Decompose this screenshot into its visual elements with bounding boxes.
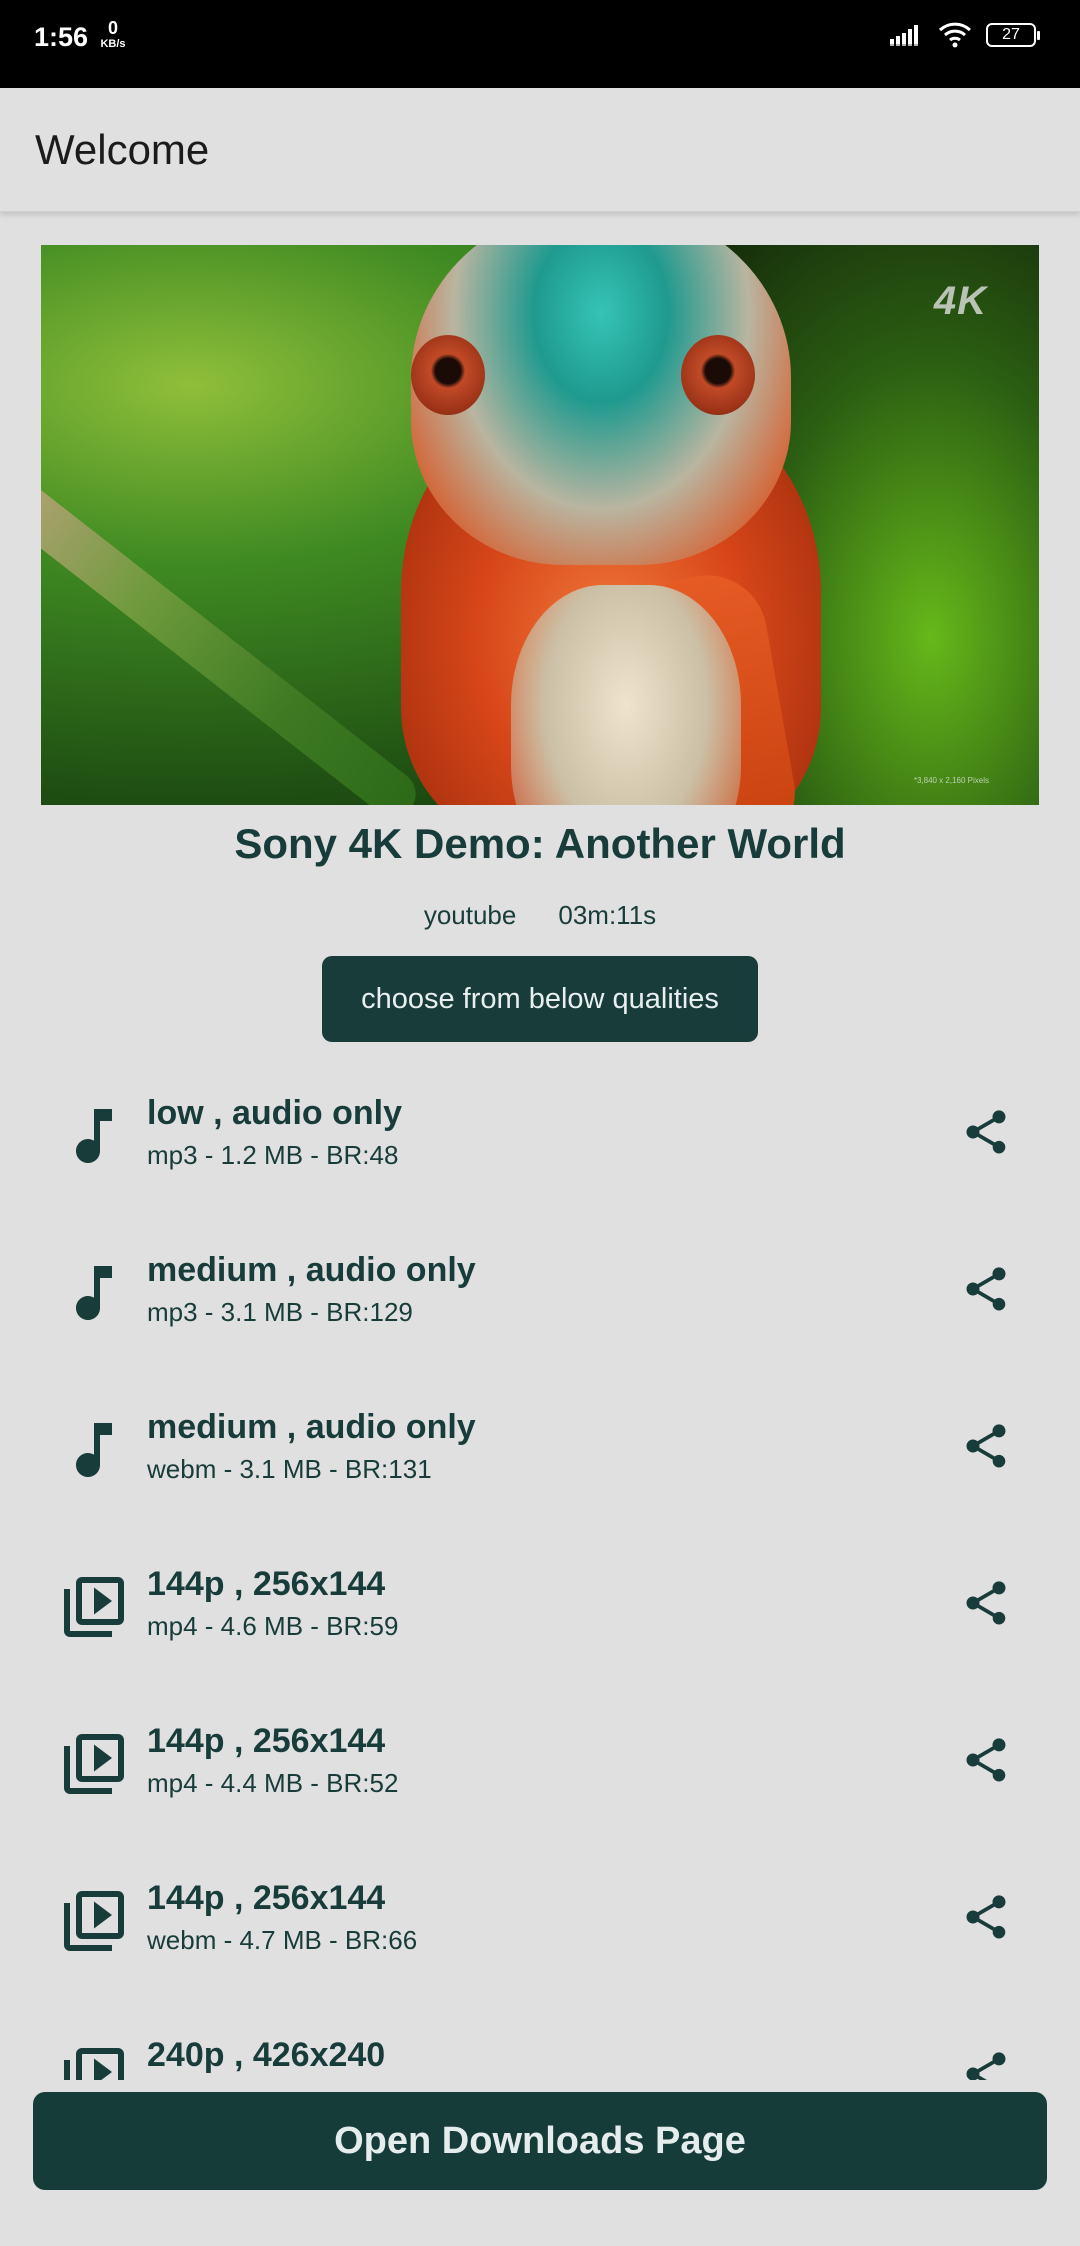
battery-icon: 27 bbox=[986, 23, 1040, 47]
quality-details: mp4 - 4.4 MB - BR:52 bbox=[147, 1768, 399, 1798]
share-icon[interactable] bbox=[960, 1734, 1012, 1786]
quality-row[interactable]: 144p , 256x144 mp4 - 4.4 MB - BR:52 bbox=[0, 1702, 1080, 1859]
thumbnail-4k-badge: 4K bbox=[933, 279, 987, 323]
video-thumbnail: 4K *3,840 x 2,160 Pixels bbox=[41, 245, 1039, 805]
thumbnail-chameleon-chin bbox=[511, 585, 741, 805]
network-speed: 0 KB/s bbox=[93, 19, 133, 50]
thumbnail-caption: *3,840 x 2,160 Pixels bbox=[913, 776, 989, 785]
quality-details: webm - 4.7 MB - BR:66 bbox=[147, 1925, 418, 1955]
quality-title: medium , audio only bbox=[147, 1408, 476, 1446]
quality-title: 144p , 256x144 bbox=[147, 1565, 386, 1603]
quality-details: mp4 - 4.6 MB - BR:59 bbox=[147, 1611, 399, 1641]
thumbnail-chameleon-eye-left bbox=[411, 335, 485, 415]
quality-row[interactable]: 240p , 426x240 bbox=[0, 2016, 1080, 2080]
thumbnail-chameleon-eye-right bbox=[681, 335, 755, 415]
video-library-icon bbox=[64, 1577, 124, 1637]
quality-details: mp3 - 1.2 MB - BR:48 bbox=[147, 1140, 399, 1170]
quality-title: 144p , 256x144 bbox=[147, 1722, 386, 1760]
video-meta: youtube 03m:11s bbox=[0, 900, 1080, 931]
wifi-icon bbox=[938, 22, 972, 48]
quality-title: 240p , 426x240 bbox=[147, 2036, 386, 2074]
network-speed-unit: KB/s bbox=[100, 38, 126, 50]
quality-row[interactable]: low , audio only mp3 - 1.2 MB - BR:48 bbox=[0, 1074, 1080, 1231]
quality-row[interactable]: medium , audio only mp3 - 3.1 MB - BR:12… bbox=[0, 1231, 1080, 1388]
signal-icon bbox=[890, 25, 920, 46]
app-bar: Welcome bbox=[0, 88, 1080, 212]
open-downloads-button[interactable]: Open Downloads Page bbox=[33, 2092, 1047, 2190]
music-note-icon bbox=[76, 1109, 112, 1163]
video-source: youtube bbox=[423, 900, 517, 930]
share-icon[interactable] bbox=[960, 1106, 1012, 1158]
quality-title: low , audio only bbox=[147, 1094, 402, 1132]
video-duration: 03m:11s bbox=[558, 900, 657, 930]
status-bar: 1:56 0 KB/s 27 bbox=[0, 0, 1080, 88]
quality-list[interactable]: low , audio only mp3 - 1.2 MB - BR:48 me… bbox=[0, 1074, 1080, 2080]
share-icon[interactable] bbox=[960, 1891, 1012, 1943]
video-library-icon bbox=[64, 2048, 124, 2080]
video-library-icon bbox=[64, 1891, 124, 1951]
music-note-icon bbox=[76, 1266, 112, 1320]
status-time: 1:56 bbox=[34, 22, 89, 52]
thumbnail-branch bbox=[41, 469, 425, 805]
network-speed-value: 0 bbox=[107, 18, 118, 38]
quality-row[interactable]: 144p , 256x144 mp4 - 4.6 MB - BR:59 bbox=[0, 1545, 1080, 1702]
share-icon[interactable] bbox=[960, 1577, 1012, 1629]
page-title: Welcome bbox=[35, 126, 210, 173]
status-icons: 27 bbox=[890, 22, 1040, 48]
video-library-icon bbox=[64, 1734, 124, 1794]
share-icon[interactable] bbox=[960, 1263, 1012, 1315]
choose-quality-button[interactable]: choose from below qualities bbox=[322, 956, 758, 1042]
quality-title: 144p , 256x144 bbox=[147, 1879, 386, 1917]
quality-details: mp3 - 3.1 MB - BR:129 bbox=[147, 1297, 413, 1327]
quality-row[interactable]: medium , audio only webm - 3.1 MB - BR:1… bbox=[0, 1388, 1080, 1545]
share-icon[interactable] bbox=[960, 2048, 1012, 2080]
share-icon[interactable] bbox=[960, 1420, 1012, 1472]
music-note-icon bbox=[76, 1423, 112, 1477]
quality-row[interactable]: 144p , 256x144 webm - 4.7 MB - BR:66 bbox=[0, 1859, 1080, 2016]
quality-details: webm - 3.1 MB - BR:131 bbox=[147, 1454, 432, 1484]
battery-level: 27 bbox=[1002, 26, 1020, 43]
video-title: Sony 4K Demo: Another World bbox=[234, 820, 846, 867]
quality-title: medium , audio only bbox=[147, 1251, 476, 1289]
